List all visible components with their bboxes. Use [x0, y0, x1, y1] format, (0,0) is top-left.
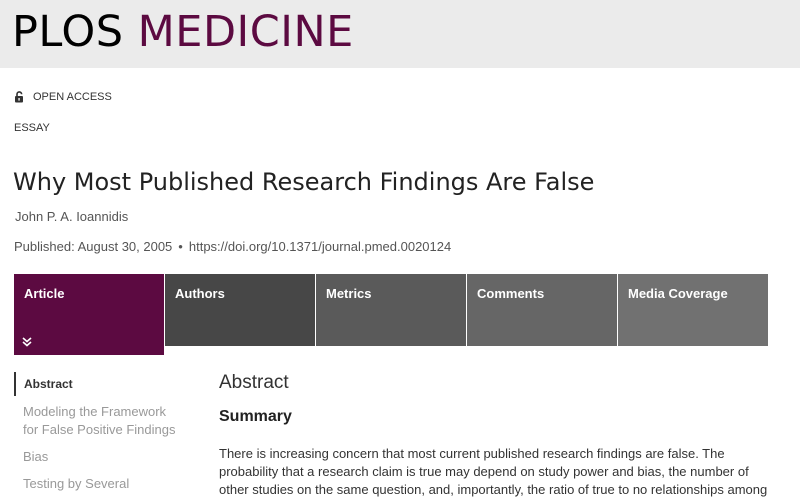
author-link[interactable]: John P. A. Ioannidis [15, 209, 128, 224]
tab-media-coverage[interactable]: Media Coverage [618, 274, 768, 346]
doi-link[interactable]: https://doi.org/10.1371/journal.pmed.002… [189, 239, 451, 254]
tab-authors-label: Authors [175, 286, 225, 301]
logo-plos: PLOS [12, 7, 124, 57]
tab-media-coverage-label: Media Coverage [628, 286, 728, 301]
tab-metrics[interactable]: Metrics [316, 274, 466, 346]
tab-comments[interactable]: Comments [467, 274, 617, 346]
open-access-label: OPEN ACCESS [33, 91, 112, 103]
journal-logo[interactable]: PLOS MEDICINE [12, 6, 354, 58]
toc-item-modeling-framework[interactable]: Modeling the Framework for False Positiv… [14, 403, 184, 439]
separator-dot: • [178, 239, 183, 254]
tab-article[interactable]: Article [14, 274, 164, 355]
tab-article-label: Article [24, 286, 65, 301]
double-chevron-down-icon [22, 337, 32, 347]
publication-info: Published: August 30, 2005 • https://doi.o… [14, 239, 451, 254]
tab-metrics-label: Metrics [326, 286, 372, 301]
toc-item-abstract[interactable]: Abstract [14, 372, 184, 396]
toc-item-bias[interactable]: Bias [14, 448, 184, 466]
article-tabs: Article Authors Metrics Comments Media C… [14, 274, 768, 355]
tab-comments-label: Comments [477, 286, 545, 301]
logo-medicine: MEDICINE [137, 7, 354, 57]
tab-authors[interactable]: Authors [165, 274, 315, 346]
subheading-summary: Summary [219, 408, 292, 425]
section-heading-abstract: Abstract [219, 372, 289, 393]
table-of-contents: Abstract Modeling the Framework for Fals… [14, 372, 184, 493]
published-date: Published: August 30, 2005 [14, 239, 173, 254]
toc-item-testing-by-several[interactable]: Testing by Several [14, 475, 184, 493]
open-access-badge: OPEN ACCESS [14, 90, 112, 104]
article-type: ESSAY [14, 122, 50, 134]
unlocked-padlock-icon [15, 91, 23, 103]
article-title: Why Most Published Research Findings Are… [13, 168, 595, 196]
masthead: PLOS MEDICINE [0, 0, 800, 68]
summary-paragraph: There is increasing concern that most cu… [219, 446, 768, 497]
